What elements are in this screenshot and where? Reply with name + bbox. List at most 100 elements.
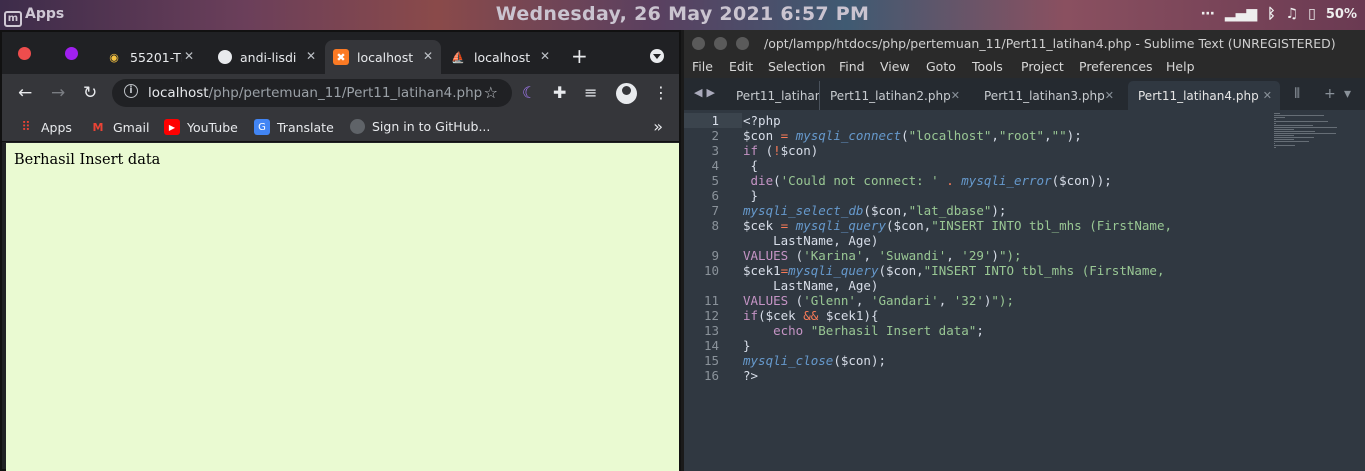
reload-icon[interactable]: ↻ <box>83 83 97 103</box>
editor-tab[interactable]: Pert11_latihan3.php ✕ <box>974 81 1122 110</box>
url-host: localhost <box>148 85 209 101</box>
code-line[interactable]: { <box>743 158 759 173</box>
menu-help[interactable]: Help <box>1166 59 1195 74</box>
tab-localhost-phpmyadmin[interactable]: ⛵ localhost ✕ <box>442 40 558 74</box>
bookmark-youtube[interactable]: ▶ YouTube <box>164 119 238 135</box>
menu-preferences[interactable]: Preferences <box>1079 59 1153 74</box>
menu-goto[interactable]: Goto <box>926 59 956 74</box>
bookmark-label: Gmail <box>113 119 150 135</box>
line-number: 15 <box>703 353 719 368</box>
battery-percentage: 50% <box>1325 6 1357 22</box>
close-window-button[interactable] <box>692 37 705 50</box>
extensions-puzzle-icon[interactable]: ✚ <box>553 83 566 102</box>
close-icon[interactable]: ✕ <box>184 49 194 63</box>
system-clock[interactable]: Wednesday, 26 May 2021 6:57 PM <box>0 3 1365 25</box>
menu-file[interactable]: File <box>692 59 713 74</box>
minimap-line <box>1274 143 1276 144</box>
code-line[interactable]: $cek1=mysqli_query($con,"INSERT INTO tbl… <box>743 263 1164 278</box>
new-tab-button[interactable]: + <box>571 44 588 68</box>
line-number <box>684 278 719 293</box>
bookmark-label: Translate <box>277 119 334 135</box>
minimap-line <box>1274 125 1313 126</box>
code-line[interactable]: } <box>743 188 759 203</box>
close-icon[interactable]: ✕ <box>540 49 550 63</box>
code-editor[interactable]: 1 2 3 4 5 6 7 8 9 10 11 12 13 14 15 16 <?php $con = mysq… <box>684 110 1365 471</box>
url-path: /php/pertemuan_11/Pert11_latihan4.php <box>208 85 483 101</box>
info-icon[interactable]: i <box>124 84 138 98</box>
editor-tab[interactable]: Pert11_latihan <box>726 81 820 110</box>
menu-view[interactable]: View <box>880 59 910 74</box>
code-line[interactable]: ?> <box>743 368 758 383</box>
code-line[interactable]: die('Could not connect: ' . mysqli_error… <box>743 173 1112 188</box>
editor-tab[interactable]: Pert11_latihan2.php ✕ <box>820 81 968 110</box>
menu-edit[interactable]: Edit <box>729 59 753 74</box>
close-window-button[interactable] <box>18 47 31 60</box>
bookmark-star-icon[interactable]: ☆ <box>484 83 498 102</box>
minimap-line <box>1274 145 1295 146</box>
tab-strip: ◉ 55201-TF ✕ andi-lisdi ✕ ✖ localhost ✕ … <box>2 32 679 74</box>
menu-find[interactable]: Find <box>839 59 865 74</box>
bluetooth-icon[interactable]: ᛒ <box>1267 6 1275 22</box>
address-bar[interactable]: i localhost/php/pertemuan_11/Pert11_lati… <box>112 79 512 107</box>
url-text[interactable]: localhost/php/pertemuan_11/Pert11_latiha… <box>148 85 482 101</box>
sublime-window: /opt/lampp/htdocs/php/pertemuan_11/Pert1… <box>684 30 1365 471</box>
code-line[interactable]: echo "Berhasil Insert data"; <box>743 323 984 338</box>
close-icon[interactable]: ✕ <box>1263 89 1272 102</box>
profile-avatar-icon[interactable] <box>616 83 637 104</box>
tab-search-button[interactable] <box>650 49 664 63</box>
bookmark-github[interactable]: Sign in to GitHub... <box>350 119 490 134</box>
minimize-window-button[interactable] <box>714 37 727 50</box>
code-line[interactable]: LastName, Age) <box>743 278 878 293</box>
menu-tools[interactable]: Tools <box>972 59 1003 74</box>
close-icon[interactable]: ✕ <box>306 49 316 63</box>
close-icon[interactable]: ✕ <box>951 89 960 102</box>
chrome-menu-icon[interactable]: ⋮ <box>653 83 669 102</box>
menu-project[interactable]: Project <box>1021 59 1064 74</box>
close-icon[interactable]: ✕ <box>1105 89 1114 102</box>
line-number: 10 <box>703 263 719 278</box>
bookmark-translate[interactable]: G Translate <box>254 119 334 135</box>
bookmarks-overflow-icon[interactable]: » <box>653 117 663 136</box>
code-line[interactable]: mysqli_select_db($con,"lat_dbase"); <box>743 203 1006 218</box>
maximize-window-button[interactable] <box>736 37 749 50</box>
media-queue-icon[interactable]: ≡ <box>584 83 597 102</box>
tab-localhost-active[interactable]: ✖ localhost ✕ <box>325 40 441 74</box>
minimap-line <box>1274 137 1314 138</box>
tab-55201[interactable]: ◉ 55201-TF ✕ <box>98 40 202 74</box>
tab-scroll-arrows-icon[interactable]: ◀▶ <box>694 86 719 99</box>
line-number: 11 <box>703 293 719 308</box>
tab-overflow-icon[interactable]: ⦀ <box>1294 86 1300 102</box>
bookmark-apps[interactable]: ⠿ Apps <box>18 119 72 135</box>
music-icon[interactable]: ♫ <box>1286 6 1299 22</box>
line-number: 3 <box>711 143 719 158</box>
page-output-text: Berhasil Insert data <box>14 152 161 168</box>
tab-menu-chevron-icon[interactable]: ▾ <box>1344 86 1351 102</box>
translate-icon: G <box>254 119 270 135</box>
code-line[interactable]: LastName, Age) <box>743 233 878 248</box>
media-indicator-icon[interactable] <box>65 47 78 60</box>
back-arrow-icon[interactable]: ← <box>18 83 32 103</box>
bookmark-gmail[interactable]: M Gmail <box>90 119 150 135</box>
minimap-line <box>1274 131 1315 132</box>
more-icon[interactable]: ⋯ <box>1201 6 1215 22</box>
minimap[interactable] <box>1274 113 1349 153</box>
code-line[interactable]: if (!$con) <box>743 143 818 158</box>
code-line[interactable]: $cek = mysqli_query($con,"INSERT INTO tb… <box>743 218 1172 233</box>
forward-arrow-icon[interactable]: → <box>51 83 65 103</box>
battery-icon[interactable]: ▯ <box>1308 6 1316 22</box>
code-line[interactable]: VALUES ('Karina', 'Suwandi', '29')"); <box>743 248 1022 263</box>
close-icon[interactable]: ✕ <box>423 49 433 63</box>
code-line[interactable]: <?php <box>743 113 781 128</box>
code-line[interactable]: if($cek && $cek1){ <box>743 308 879 323</box>
minimap-line <box>1274 113 1280 114</box>
code-line[interactable]: $con = mysqli_connect("localhost","root"… <box>743 128 1082 143</box>
dark-mode-extension-icon[interactable]: ☾ <box>522 83 536 102</box>
tab-andi-lisdi[interactable]: andi-lisdi ✕ <box>210 40 324 74</box>
code-line[interactable]: VALUES ('Glenn', 'Gandari', '32')"); <box>743 293 1014 308</box>
code-line[interactable]: mysqli_close($con); <box>743 353 886 368</box>
new-tab-plus-icon[interactable]: + <box>1324 86 1336 102</box>
signal-icon[interactable]: ▂▄▆ <box>1225 6 1257 22</box>
code-line[interactable]: } <box>743 338 751 353</box>
editor-tab-active[interactable]: Pert11_latihan4.php ✕ <box>1128 81 1280 110</box>
menu-selection[interactable]: Selection <box>768 59 826 74</box>
